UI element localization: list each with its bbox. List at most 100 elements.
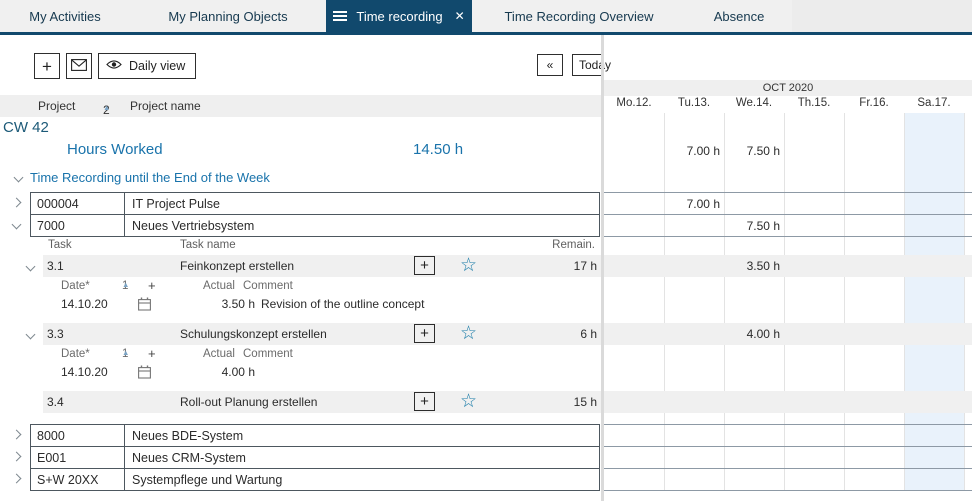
table-header-row: Project 2▲ Project name <box>0 95 601 117</box>
chevron-down-icon[interactable] <box>14 173 24 183</box>
grid-line <box>844 113 845 491</box>
row-line <box>604 424 972 425</box>
weekend-column <box>904 113 964 491</box>
previous-week-button[interactable]: « <box>537 54 563 76</box>
row-line <box>604 468 972 469</box>
month-header: OCT 2020 <box>604 80 972 96</box>
add-entry-button[interactable]: + <box>414 392 435 411</box>
previous-icon: « <box>547 58 554 72</box>
mail-button[interactable] <box>66 53 92 79</box>
sort-asc-icon: ▲ <box>122 348 129 357</box>
day-header: Sa.17. <box>904 97 964 109</box>
favorite-star-icon[interactable]: ☆ <box>460 255 477 277</box>
task-row-calendar-strip[interactable] <box>604 323 972 345</box>
plus-icon: + <box>420 394 429 409</box>
project-day-value: 7.50 h <box>724 219 780 233</box>
calendar-icon[interactable] <box>138 297 151 314</box>
task-column-header: Task <box>48 239 72 251</box>
project-row[interactable]: 000004 IT Project Pulse <box>31 193 599 214</box>
entry-actual-hours[interactable]: 4.00 h <box>180 365 255 379</box>
chevron-down-icon[interactable] <box>12 220 22 230</box>
tab-label: Time recording <box>356 9 442 24</box>
chevron-down-icon[interactable] <box>26 262 36 272</box>
tab-label: Absence <box>714 9 765 24</box>
calendar-icon[interactable] <box>138 365 151 382</box>
add-entry-button[interactable]: + <box>414 256 435 275</box>
task-name-column-header: Task name <box>180 239 236 251</box>
grid-line <box>724 113 725 491</box>
hours-worked-label: Hours Worked <box>67 141 163 158</box>
section-title[interactable]: Time Recording until the End of the Week <box>30 170 270 185</box>
hours-worked-wednesday: 7.50 h <box>724 144 780 158</box>
tab-label: Time Recording Overview <box>504 9 653 24</box>
tab-time-recording-overview[interactable]: Time Recording Overview <box>472 0 686 32</box>
task-name: Schulungskonzept erstellen <box>180 327 327 341</box>
chevron-right-icon[interactable] <box>12 430 22 440</box>
tab-my-planning-objects[interactable]: My Planning Objects <box>130 0 326 32</box>
add-button[interactable]: + <box>34 53 60 79</box>
project-row[interactable]: 7000 Neues Vertriebsystem <box>31 214 599 236</box>
time-entry-row[interactable]: 14.10.20 4.00 h <box>0 365 601 381</box>
task-row-calendar-strip[interactable] <box>604 255 972 277</box>
project-code: 8000 <box>31 425 125 446</box>
entry-date[interactable]: 14.10.20 <box>61 365 108 379</box>
sort-asc-icon: ▲ <box>103 103 110 112</box>
row-line <box>604 192 972 193</box>
plus-icon: + <box>420 326 429 341</box>
time-entry-row[interactable]: 14.10.20 3.50 h Revision of the outline … <box>0 297 601 313</box>
task-day-value: 3.50 h <box>724 259 780 273</box>
hours-worked-tuesday: 7.00 h <box>664 144 720 158</box>
project-row[interactable]: E001 Neues CRM-System <box>31 446 599 468</box>
entry-date[interactable]: 14.10.20 <box>61 297 108 311</box>
add-row-icon[interactable]: + <box>148 346 156 361</box>
project-row[interactable]: 8000 Neues BDE-System <box>31 425 599 446</box>
hours-worked-total: 14.50 h <box>413 141 463 158</box>
view-selector[interactable]: Daily view <box>98 53 196 79</box>
view-selector-label: Daily view <box>129 59 185 73</box>
close-icon[interactable]: ✕ <box>455 9 465 23</box>
chevron-right-icon[interactable] <box>12 198 22 208</box>
day-header: Fr.16. <box>844 97 904 109</box>
add-entry-button[interactable]: + <box>414 324 435 343</box>
row-line <box>604 446 972 447</box>
project-column-header[interactable]: Project <box>38 99 75 113</box>
remaining-hours: 6 h <box>580 327 597 341</box>
entry-header-row: Date* 1▲ + Actual Comment <box>0 348 601 362</box>
menu-icon[interactable] <box>333 11 347 21</box>
task-row[interactable]: 3.3 Schulungskonzept erstellen + ☆ 6 h <box>43 323 601 345</box>
month-label: OCT 2020 <box>763 82 814 94</box>
task-name: Roll-out Planung erstellen <box>180 395 317 409</box>
today-button[interactable]: Today <box>572 54 603 76</box>
project-name: Neues BDE-System <box>125 429 243 443</box>
task-row[interactable]: 3.4 Roll-out Planung erstellen + ☆ 15 h <box>43 391 601 413</box>
chevron-down-icon[interactable] <box>26 330 36 340</box>
date-column-header: Date* <box>61 280 90 292</box>
task-row[interactable]: 3.1 Feinkonzept erstellen + ☆ 17 h <box>43 255 601 277</box>
add-row-icon[interactable]: + <box>148 278 156 293</box>
entry-header-row: Date* 1▲ + Actual Comment <box>0 280 601 294</box>
task-day-value: 4.00 h <box>724 327 780 341</box>
favorite-star-icon[interactable]: ☆ <box>460 391 477 413</box>
tab-absence[interactable]: Absence <box>686 0 792 32</box>
entry-actual-hours[interactable]: 3.50 h <box>180 297 255 311</box>
project-day-value: 7.00 h <box>664 197 720 211</box>
chevron-right-icon[interactable] <box>12 452 22 462</box>
project-name: Neues Vertriebsystem <box>125 219 254 233</box>
row-line <box>604 490 972 491</box>
project-name-column-header[interactable]: Project name <box>130 99 201 113</box>
tab-my-activities[interactable]: My Activities <box>0 0 130 32</box>
row-line <box>604 214 972 215</box>
favorite-star-icon[interactable]: ☆ <box>460 323 477 345</box>
grid-line <box>964 113 965 491</box>
grid-line <box>664 113 665 491</box>
tab-bar-underline <box>0 32 972 35</box>
project-row[interactable]: S+W 20XX Systempflege und Wartung <box>31 468 599 490</box>
date-column-header: Date* <box>61 348 90 360</box>
entry-comment[interactable]: Revision of the outline concept <box>261 297 424 311</box>
chevron-right-icon[interactable] <box>12 474 22 484</box>
tab-time-recording[interactable]: Time recording ✕ <box>326 0 472 32</box>
tab-bar: My Activities My Planning Objects Time r… <box>0 0 972 32</box>
project-code: E001 <box>31 447 125 468</box>
task-row-calendar-strip[interactable] <box>604 391 972 413</box>
actual-column-header: Actual <box>203 280 235 292</box>
